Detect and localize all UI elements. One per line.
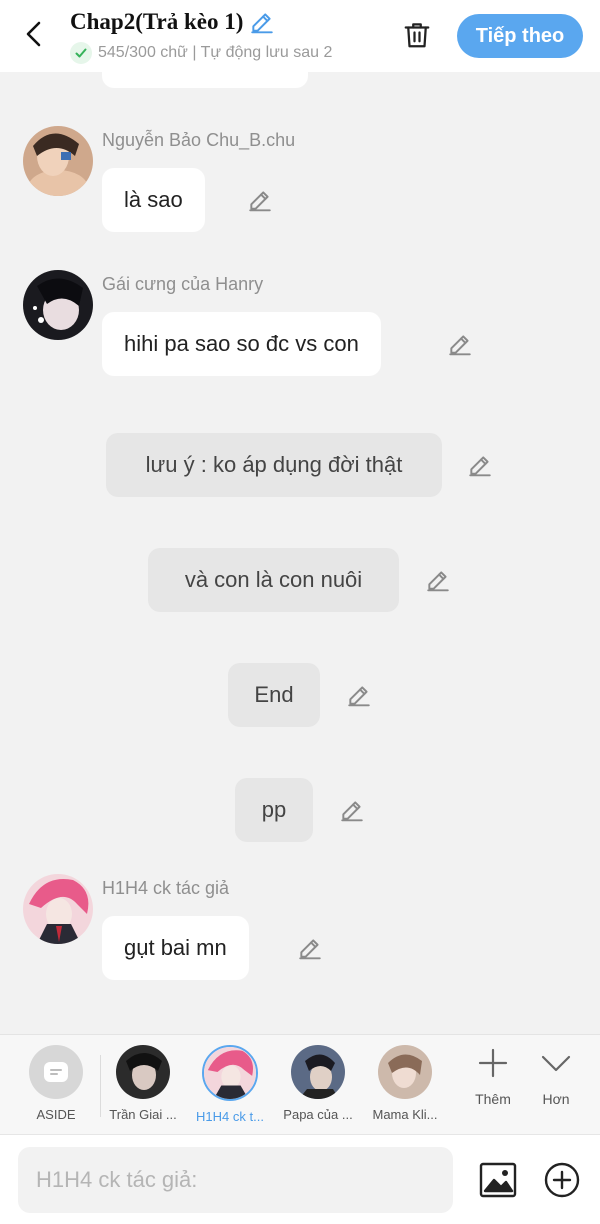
sender-name: H1H4 ck tác giả [102, 878, 230, 898]
check-circle-icon [70, 42, 92, 64]
top-bar: Chap2(Trả kèo 1) 545/300 chữ | Tự động l… [0, 0, 600, 72]
chapter-title-row[interactable]: Chap2(Trả kèo 1) [70, 9, 275, 35]
add-circle-icon[interactable] [542, 1160, 582, 1200]
save-status: 545/300 chữ | Tự động lưu sau 2 [70, 42, 375, 64]
back-arrow-icon[interactable] [18, 18, 50, 50]
aside-icon [29, 1045, 83, 1099]
character-item[interactable]: Trần Giai ... [103, 1045, 183, 1122]
trash-icon[interactable] [398, 16, 436, 54]
avatar[interactable] [23, 874, 93, 944]
more-tool[interactable]: Thêm [463, 1047, 523, 1107]
aside-bubble[interactable]: pp [235, 778, 313, 842]
message-bubble[interactable]: hihi pa sao so đc vs con [102, 312, 381, 376]
edit-pencil-icon[interactable] [467, 452, 493, 478]
message-bubble[interactable]: là sao [102, 168, 205, 232]
aside-bubble[interactable]: End [228, 663, 320, 727]
image-icon[interactable] [478, 1161, 518, 1199]
divider [100, 1055, 101, 1117]
character-item-selected[interactable]: H1H4 ck t... [190, 1045, 270, 1124]
word-count-status: 545/300 chữ | Tự động lưu sau 2 [98, 44, 333, 61]
message-bubble[interactable]: gụt bai mn [102, 916, 249, 980]
chapter-title: Chap2(Trả kèo 1) [70, 9, 244, 34]
sender-name: Nguyễn Bảo Chu_B.chu [102, 130, 296, 150]
chevron-down-icon [541, 1055, 571, 1072]
character-bar: ASIDE Trần Giai ... H1H4 ck t... Papa củ… [0, 1034, 600, 1134]
character-avatar [116, 1045, 170, 1099]
chat-area[interactable]: Nguyễn Bảo Chu_B.chu là sao Gái cưng của… [0, 0, 600, 1034]
edit-pencil-icon[interactable] [346, 682, 372, 708]
character-avatar [378, 1045, 432, 1099]
input-bar [0, 1134, 600, 1224]
character-name: ASIDE [36, 1107, 76, 1122]
sender-name: Gái cưng của Hanry [102, 274, 264, 294]
expand-tool[interactable]: Hơn [526, 1047, 586, 1107]
character-avatar [291, 1045, 345, 1099]
message-input[interactable] [18, 1147, 453, 1213]
edit-pencil-icon[interactable] [297, 935, 323, 961]
character-name: Papa của ... [283, 1107, 353, 1122]
character-name: Trần Giai ... [109, 1107, 177, 1122]
character-item[interactable]: Papa của ... [278, 1045, 358, 1122]
next-button[interactable]: Tiếp theo [457, 14, 583, 58]
edit-title-pencil-icon[interactable] [249, 9, 275, 35]
edit-pencil-icon[interactable] [447, 331, 473, 357]
avatar[interactable] [23, 126, 93, 196]
aside-bubble[interactable]: và con là con nuôi [148, 548, 399, 612]
character-aside[interactable]: ASIDE [16, 1045, 96, 1122]
character-avatar [202, 1045, 258, 1101]
edit-pencil-icon[interactable] [247, 187, 273, 213]
plus-icon [478, 1048, 508, 1078]
avatar[interactable] [23, 270, 93, 340]
edit-pencil-icon[interactable] [425, 567, 451, 593]
edit-pencil-icon[interactable] [339, 797, 365, 823]
expand-label: Hơn [542, 1091, 570, 1107]
aside-bubble[interactable]: lưu ý : ko áp dụng đời thật [106, 433, 442, 497]
character-name: Mama Kli... [372, 1107, 438, 1122]
character-name: H1H4 ck t... [196, 1109, 264, 1124]
character-item[interactable]: Mama Kli... [365, 1045, 445, 1122]
more-label: Thêm [475, 1091, 511, 1107]
